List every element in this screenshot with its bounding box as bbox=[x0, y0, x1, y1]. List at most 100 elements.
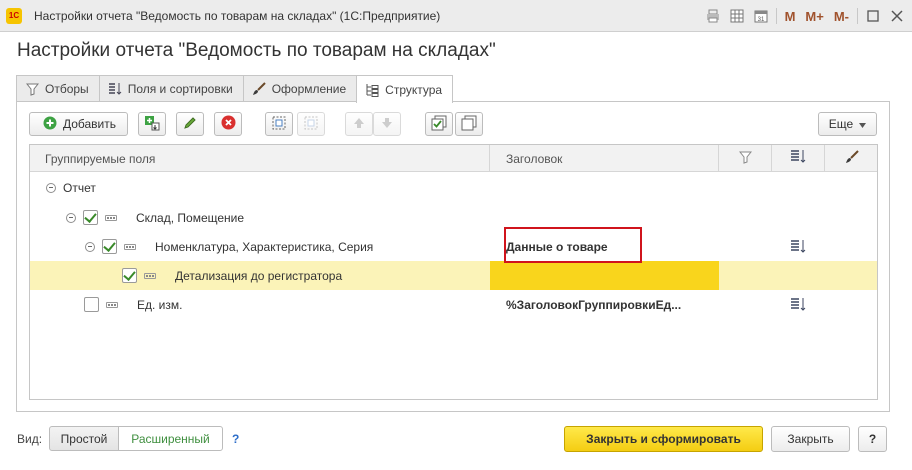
structure-panel: Добавить Еще Группируемые поля Заголовок… bbox=[16, 101, 890, 412]
add-button-label: Добавить bbox=[62, 117, 117, 131]
move-up-button[interactable] bbox=[345, 112, 373, 136]
row-checkbox[interactable] bbox=[122, 268, 137, 283]
node-label: Детализация до регистратора bbox=[175, 268, 343, 283]
app-logo-icon: 1С bbox=[6, 8, 22, 24]
chevron-down-icon bbox=[859, 117, 867, 131]
memory-button[interactable]: M bbox=[783, 7, 798, 25]
column-header-sort[interactable] bbox=[772, 145, 825, 172]
add-grouping-button[interactable] bbox=[138, 112, 166, 136]
help-button[interactable]: ? bbox=[858, 426, 887, 452]
more-button[interactable]: Еще bbox=[818, 112, 877, 136]
ungroup-icon bbox=[303, 115, 319, 134]
column-header-fields[interactable]: Группируемые поля bbox=[30, 145, 490, 172]
group-icon bbox=[271, 115, 287, 134]
arrow-up-icon bbox=[352, 116, 366, 133]
selected-title-cell[interactable] bbox=[490, 261, 719, 290]
window-title: Настройки отчета "Ведомость по товарам н… bbox=[34, 9, 441, 23]
add-button[interactable]: Добавить bbox=[29, 112, 128, 136]
view-label: Вид: bbox=[17, 432, 43, 446]
tree-node: Отчет bbox=[46, 181, 96, 195]
column-header-title[interactable]: Заголовок bbox=[490, 145, 719, 172]
node-label: Склад, Помещение bbox=[136, 210, 245, 225]
brush-icon bbox=[252, 82, 266, 96]
maximize-icon[interactable] bbox=[864, 7, 882, 25]
table-view-icon[interactable] bbox=[728, 7, 746, 25]
close-and-generate-button[interactable]: Закрыть и сформировать bbox=[564, 426, 763, 452]
table-row[interactable]: Ед. изм. %ЗаголовокГруппировкиЕд... bbox=[30, 290, 877, 319]
structure-icon bbox=[365, 83, 379, 97]
print-icon[interactable] bbox=[704, 7, 722, 25]
ungroup-button[interactable] bbox=[297, 112, 325, 136]
sort-icon[interactable] bbox=[790, 297, 806, 313]
view-help-link[interactable]: ? bbox=[232, 432, 239, 446]
column-header-filter[interactable] bbox=[719, 145, 772, 172]
titlebar-separator bbox=[775, 8, 777, 24]
row-title-cell[interactable]: %ЗаголовокГруппировкиЕд... bbox=[506, 298, 681, 312]
tabs: Отборы Поля и сортировки Оформление Стру… bbox=[16, 75, 454, 103]
add-grouping-icon bbox=[144, 115, 160, 134]
move-down-button[interactable] bbox=[373, 112, 401, 136]
pencil-icon bbox=[183, 116, 197, 133]
column-header-appearance[interactable] bbox=[825, 145, 877, 172]
close-button[interactable]: Закрыть bbox=[771, 426, 850, 452]
check-all-icon bbox=[431, 115, 447, 134]
table-row[interactable]: Номенклатура, Характеристика, Серия Данн… bbox=[30, 232, 877, 261]
uncheck-all-icon bbox=[461, 115, 477, 134]
memory-add-button[interactable]: M+ bbox=[803, 7, 825, 25]
tab-label: Структура bbox=[385, 82, 443, 97]
view-advanced-button[interactable]: Расширенный bbox=[118, 426, 223, 451]
row-checkbox[interactable] bbox=[102, 239, 117, 254]
table-row-selected[interactable]: Детализация до регистратора bbox=[30, 261, 877, 290]
node-label: Номенклатура, Характеристика, Серия bbox=[155, 239, 374, 254]
uncheck-all-button[interactable] bbox=[455, 112, 483, 136]
arrow-down-icon bbox=[380, 116, 394, 133]
edit-button[interactable] bbox=[176, 112, 204, 136]
brush-icon bbox=[845, 150, 859, 167]
table-row[interactable]: Отчет bbox=[30, 174, 877, 203]
grouping-icon bbox=[106, 301, 118, 308]
tab-fields-sorting[interactable]: Поля и сортировки bbox=[98, 75, 244, 102]
tab-label: Оформление bbox=[271, 82, 347, 96]
grid-header: Группируемые поля Заголовок bbox=[30, 145, 877, 172]
funnel-icon bbox=[738, 151, 752, 167]
highlight-annotation bbox=[504, 227, 642, 263]
tab-label: Отборы bbox=[45, 82, 89, 96]
close-icon[interactable] bbox=[888, 7, 906, 25]
window-titlebar: 1С Настройки отчета "Ведомость по товара… bbox=[0, 0, 912, 32]
window-controls: 31 M M+ M- bbox=[704, 6, 906, 26]
table-row[interactable]: Склад, Помещение bbox=[30, 203, 877, 232]
calendar-icon[interactable]: 31 bbox=[752, 7, 770, 25]
funnel-icon bbox=[25, 82, 39, 96]
check-all-button[interactable] bbox=[425, 112, 453, 136]
sort-icon[interactable] bbox=[790, 239, 806, 255]
sort-icon bbox=[790, 149, 806, 168]
tree-node: Детализация до регистратора bbox=[122, 268, 342, 283]
delete-button[interactable] bbox=[214, 112, 242, 136]
collapse-icon[interactable] bbox=[85, 241, 95, 252]
svg-text:31: 31 bbox=[757, 17, 764, 23]
node-label: Ед. изм. bbox=[137, 297, 183, 312]
column-header-label: Группируемые поля bbox=[45, 151, 156, 166]
memory-subtract-button[interactable]: M- bbox=[832, 7, 851, 25]
tree-node: Ед. изм. bbox=[84, 297, 182, 312]
grouping-icon bbox=[144, 272, 156, 279]
grouping-icon bbox=[124, 243, 136, 250]
row-checkbox[interactable] bbox=[83, 210, 98, 225]
page-title: Настройки отчета "Ведомость по товарам н… bbox=[17, 40, 496, 61]
collapse-icon[interactable] bbox=[66, 212, 76, 223]
group-button[interactable] bbox=[265, 112, 293, 136]
tab-label: Поля и сортировки bbox=[127, 82, 233, 96]
collapse-icon[interactable] bbox=[46, 183, 56, 193]
node-label: Отчет bbox=[63, 181, 96, 195]
delete-icon bbox=[221, 115, 236, 133]
grouping-icon bbox=[105, 214, 117, 221]
tab-appearance[interactable]: Оформление bbox=[242, 75, 358, 102]
view-simple-button[interactable]: Простой bbox=[49, 426, 119, 451]
structure-grid: Группируемые поля Заголовок Отчет Склад,… bbox=[29, 144, 878, 400]
tree-node: Склад, Помещение bbox=[66, 210, 244, 225]
row-checkbox[interactable] bbox=[84, 297, 99, 312]
column-header-label: Заголовок bbox=[506, 151, 563, 166]
tab-filters[interactable]: Отборы bbox=[16, 75, 100, 102]
tab-structure[interactable]: Структура bbox=[356, 75, 454, 103]
tree-node: Номенклатура, Характеристика, Серия bbox=[85, 239, 373, 254]
